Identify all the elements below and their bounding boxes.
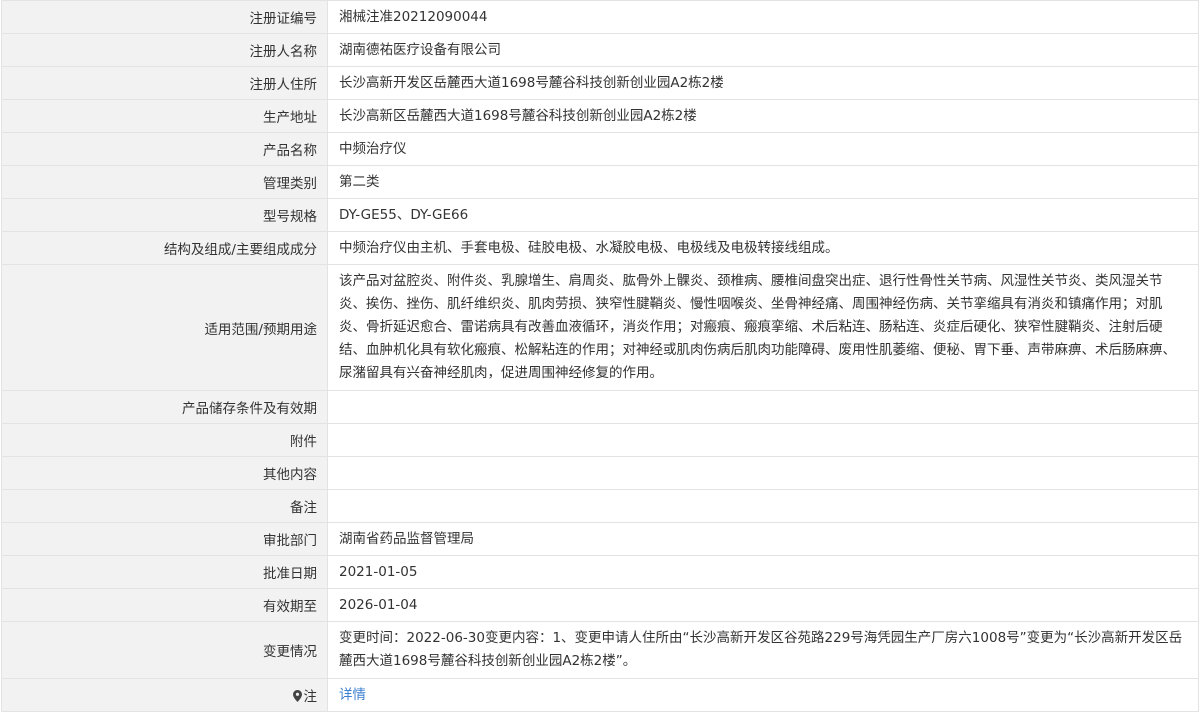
row-value: 长沙高新区岳麓西大道1698号麓谷科技创新创业园A2栋2楼 (327, 99, 1199, 133)
row-value: 中频治疗仪由主机、手套电极、硅胶电极、水凝胶电极、电极线及电极转接线组成。 (327, 231, 1199, 265)
row-label: 变更情况 (1, 621, 328, 679)
row-structure-composition: 结构及组成/主要组成成分 中频治疗仪由主机、手套电极、硅胶电极、水凝胶电极、电极… (1, 231, 1199, 265)
row-registrant-name: 注册人名称 湖南德祐医疗设备有限公司 (1, 33, 1199, 67)
row-label: 注册人住所 (1, 66, 328, 100)
row-value (327, 456, 1199, 490)
row-storage-conditions: 产品储存条件及有效期 (1, 390, 1199, 424)
row-model-spec: 型号规格 DY-GE55、DY-GE66 (1, 198, 1199, 232)
row-intended-use: 适用范围/预期用途 该产品对盆腔炎、附件炎、乳腺增生、肩周炎、肱骨外上髁炎、颈椎… (1, 264, 1199, 391)
row-registration-number: 注册证编号 湘械注准20212090044 (1, 0, 1199, 34)
row-remarks: 备注 (1, 489, 1199, 523)
row-value: 变更时间：2022-06-30变更内容：1、变更申请人住所由“长沙高新开发区谷苑… (327, 621, 1199, 679)
row-value: 第二类 (327, 165, 1199, 199)
row-value: 该产品对盆腔炎、附件炎、乳腺增生、肩周炎、肱骨外上髁炎、颈椎病、腰椎间盘突出症、… (327, 264, 1199, 391)
row-value (327, 390, 1199, 424)
row-change-history: 变更情况 变更时间：2022-06-30变更内容：1、变更申请人住所由“长沙高新… (1, 621, 1199, 679)
row-registrant-address: 注册人住所 长沙高新开发区岳麓西大道1698号麓谷科技创新创业园A2栋2楼 (1, 66, 1199, 100)
row-label: 批准日期 (1, 555, 328, 589)
row-production-address: 生产地址 长沙高新区岳麓西大道1698号麓谷科技创新创业园A2栋2楼 (1, 99, 1199, 133)
row-value: DY-GE55、DY-GE66 (327, 198, 1199, 232)
note-value-cell: 详情 (327, 678, 1199, 712)
row-label: 审批部门 (1, 522, 328, 556)
row-value (327, 423, 1199, 457)
row-label: 结构及组成/主要组成成分 (1, 231, 328, 265)
row-value: 湖南省药品监督管理局 (327, 522, 1199, 556)
row-value: 湖南德祐医疗设备有限公司 (327, 33, 1199, 67)
note-label-cell: 注 (1, 678, 328, 712)
row-value: 湘械注准20212090044 (327, 0, 1199, 34)
row-attachments: 附件 (1, 423, 1199, 457)
row-value (327, 489, 1199, 523)
row-label: 备注 (1, 489, 328, 523)
row-label: 其他内容 (1, 456, 328, 490)
row-value: 2021-01-05 (327, 555, 1199, 589)
row-label: 适用范围/预期用途 (1, 264, 328, 391)
row-label: 注册证编号 (1, 0, 328, 34)
row-approval-department: 审批部门 湖南省药品监督管理局 (1, 522, 1199, 556)
row-label: 管理类别 (1, 165, 328, 199)
row-value: 2026-01-04 (327, 588, 1199, 622)
row-note: 注 详情 (1, 678, 1199, 712)
row-label: 附件 (1, 423, 328, 457)
row-valid-until: 有效期至 2026-01-04 (1, 588, 1199, 622)
row-label: 有效期至 (1, 588, 328, 622)
row-approval-date: 批准日期 2021-01-05 (1, 555, 1199, 589)
note-label: 注 (303, 689, 318, 705)
row-label: 型号规格 (1, 198, 328, 232)
row-value: 中频治疗仪 (327, 132, 1199, 166)
row-label: 生产地址 (1, 99, 328, 133)
details-link[interactable]: 详情 (339, 687, 366, 703)
row-label: 产品名称 (1, 132, 328, 166)
row-label: 产品储存条件及有效期 (1, 390, 328, 424)
row-label: 注册人名称 (1, 33, 328, 67)
map-pin-icon (292, 690, 302, 702)
row-management-category: 管理类别 第二类 (1, 165, 1199, 199)
registration-table: 注册证编号 湘械注准20212090044 注册人名称 湖南德祐医疗设备有限公司… (1, 0, 1199, 712)
row-other-content: 其他内容 (1, 456, 1199, 490)
row-value: 长沙高新开发区岳麓西大道1698号麓谷科技创新创业园A2栋2楼 (327, 66, 1199, 100)
row-product-name: 产品名称 中频治疗仪 (1, 132, 1199, 166)
